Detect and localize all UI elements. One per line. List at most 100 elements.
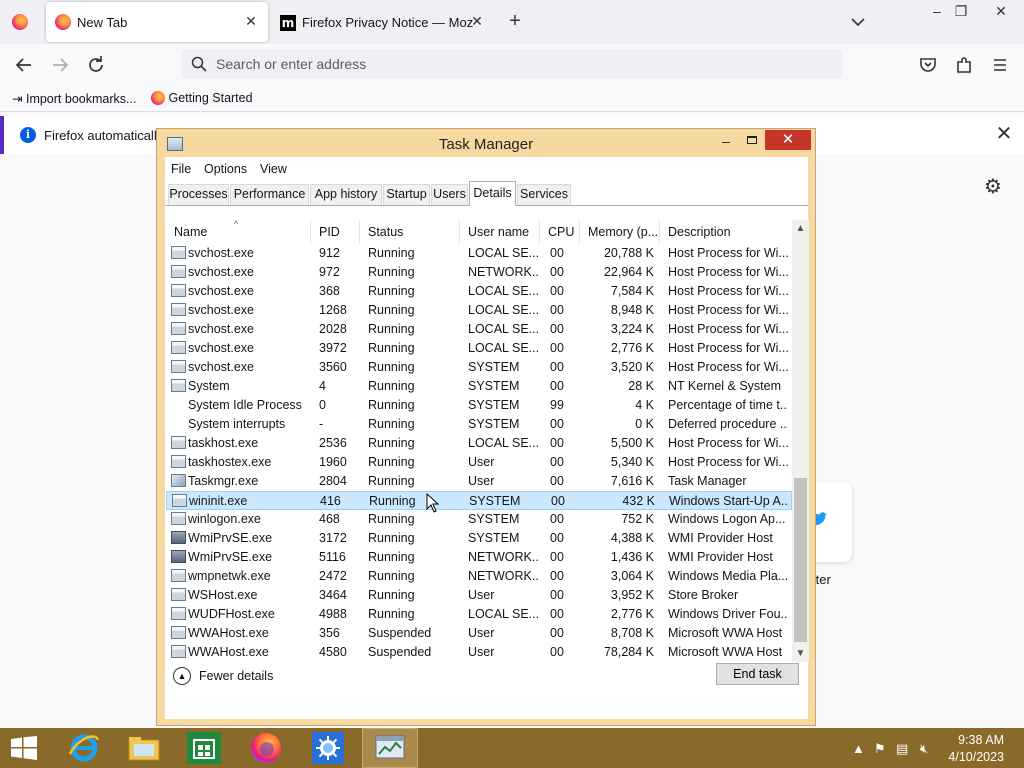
table-row[interactable]: svchost.exe 972 Running NETWORK... 00 22,964 … xyxy=(166,263,792,282)
table-row[interactable]: svchost.exe 1268 Running LOCAL SE... 00 8,948… xyxy=(166,301,792,320)
scroll-down-icon[interactable]: ▼ xyxy=(792,645,809,662)
column-header-status[interactable]: Status xyxy=(360,220,460,244)
back-button[interactable] xyxy=(12,53,36,77)
cell-pid: 0 xyxy=(319,398,326,412)
scrollbar-thumb[interactable] xyxy=(794,478,807,642)
tab-services[interactable]: Services xyxy=(517,184,571,205)
table-row[interactable]: WmiPrvSE.exe 3172 Running SYSTEM 00 4,388 K WM… xyxy=(166,529,792,548)
table-row[interactable]: System Idle Process 0 Running SYSTEM 99 4 K Pe… xyxy=(166,396,792,415)
table-row[interactable]: WUDFHost.exe 4988 Running LOCAL SE... 00 2,77… xyxy=(166,605,792,624)
cell-status: Running xyxy=(368,379,415,393)
store-icon[interactable] xyxy=(176,728,232,768)
reload-button[interactable] xyxy=(84,53,108,77)
table-row[interactable]: taskhost.exe 2536 Running LOCAL SE... 00 5,50… xyxy=(166,434,792,453)
table-row[interactable]: System interrupts - Running SYSTEM 00 0 K Defe… xyxy=(166,415,792,434)
tab-privacy-notice[interactable]: m Firefox Privacy Notice — Mozilla ✕ xyxy=(272,2,492,42)
table-row[interactable]: Taskmgr.exe 2804 Running User 00 7,616 K Task … xyxy=(166,472,792,491)
menu-view[interactable]: View xyxy=(260,162,287,176)
settings-app-icon[interactable] xyxy=(300,728,356,768)
tab-users[interactable]: Users xyxy=(431,184,468,205)
column-header-name[interactable]: ^ Name xyxy=(166,220,311,244)
menu-options[interactable]: Options xyxy=(204,162,247,176)
column-header-description[interactable]: Description xyxy=(660,220,792,244)
cell-user: User xyxy=(468,588,495,602)
address-bar[interactable] xyxy=(182,49,842,79)
firefox-menu-icon[interactable] xyxy=(12,14,28,30)
table-row[interactable]: WmiPrvSE.exe 5116 Running NETWORK... 00 1,436… xyxy=(166,548,792,567)
table-row[interactable]: taskhostex.exe 1960 Running User 00 5,340 K Ho… xyxy=(166,453,792,472)
close-tab-icon[interactable]: ✕ xyxy=(468,12,486,30)
firefox-icon xyxy=(151,91,165,105)
network-icon[interactable]: ▤ xyxy=(896,741,908,757)
volume-muted-icon[interactable]: 🔇︎ xyxy=(920,741,928,757)
vertical-scrollbar[interactable]: ▲ ▼ xyxy=(792,220,809,662)
firefox-icon[interactable] xyxy=(238,728,294,768)
table-row[interactable]: System 4 Running SYSTEM 00 28 K NT Kernel & Sy… xyxy=(166,377,792,396)
forward-button[interactable] xyxy=(48,53,72,77)
table-row[interactable]: wmpnetwk.exe 2472 Running NETWORK... 00 3,064… xyxy=(166,567,792,586)
gear-icon[interactable]: ⚙ xyxy=(982,176,1004,198)
bookmark-import[interactable]: ⇥ Import bookmarks... xyxy=(12,91,136,106)
column-header-user[interactable]: User name xyxy=(460,220,540,244)
notification-text: Firefox automatically xyxy=(44,128,164,143)
file-explorer-icon[interactable] xyxy=(116,728,172,768)
table-row[interactable]: WWAHost.exe 356 Suspended User 00 8,708 K Micr… xyxy=(166,624,792,643)
extensions-icon[interactable] xyxy=(952,53,976,77)
cell-mem: 5,340 K xyxy=(610,455,654,469)
cell-cpu: 00 xyxy=(550,569,564,583)
close-tab-icon[interactable]: ✕ xyxy=(242,12,260,30)
task-manager-body: File Options View Processes Performance … xyxy=(165,157,809,719)
close-window-button[interactable]: ✕ xyxy=(986,0,1016,22)
close-button[interactable]: ✕ xyxy=(765,130,811,150)
table-row[interactable]: WWAHost.exe 4580 Suspended User 00 78,284 K Mi… xyxy=(166,643,792,662)
column-header-pid[interactable]: PID xyxy=(311,220,360,244)
maximize-button[interactable] xyxy=(739,131,765,151)
windows-start-icon[interactable] xyxy=(10,736,38,760)
table-row[interactable]: svchost.exe 3560 Running SYSTEM 00 3,520 K Hos… xyxy=(166,358,792,377)
table-header: ^ Name PID Status User name CPU Memory (… xyxy=(166,220,792,244)
cell-cpu: 00 xyxy=(550,322,564,336)
scroll-up-icon[interactable]: ▲ xyxy=(792,220,809,237)
restore-button[interactable]: ❐ xyxy=(946,0,976,22)
tab-app-history[interactable]: App history xyxy=(310,184,382,205)
column-header-cpu[interactable]: CPU xyxy=(540,220,580,244)
task-manager-icon[interactable] xyxy=(362,728,418,768)
minimize-button[interactable]: ‒ xyxy=(713,131,739,151)
clock-date[interactable]: 4/10/2023 xyxy=(940,750,1004,764)
cell-pid: 3972 xyxy=(319,341,347,355)
internet-explorer-icon[interactable] xyxy=(56,728,112,768)
cell-status: Running xyxy=(368,569,415,583)
bookmark-getting-started[interactable]: Getting Started xyxy=(151,91,253,105)
chevron-down-icon[interactable] xyxy=(848,12,868,32)
end-task-button[interactable]: End task xyxy=(716,663,799,685)
hamburger-menu-icon[interactable] xyxy=(988,53,1012,77)
menu-file[interactable]: File xyxy=(171,162,191,176)
table-row[interactable]: svchost.exe 2028 Running LOCAL SE... 00 3,224… xyxy=(166,320,792,339)
pocket-icon[interactable] xyxy=(916,53,940,77)
cell-pid: 4988 xyxy=(319,607,347,621)
tab-new-tab[interactable]: New Tab ✕ xyxy=(46,2,268,42)
cell-status: Running xyxy=(368,303,415,317)
search-input[interactable] xyxy=(216,54,816,74)
action-center-flag-icon[interactable]: ⚑ xyxy=(874,741,886,757)
firefox-icon xyxy=(55,14,71,30)
table-row[interactable]: svchost.exe 912 Running LOCAL SE... 00 20,788… xyxy=(166,244,792,263)
tab-performance[interactable]: Performance xyxy=(230,184,309,205)
table-row[interactable]: svchost.exe 368 Running LOCAL SE... 00 7,584 … xyxy=(166,282,792,301)
cell-name: svchost.exe xyxy=(188,265,255,279)
column-header-memory[interactable]: Memory (p... xyxy=(580,220,660,244)
window-titlebar[interactable]: Task Manager ‒ ✕ xyxy=(157,129,815,157)
tab-processes[interactable]: Processes xyxy=(168,184,229,205)
close-notification-icon[interactable]: ✕ xyxy=(994,124,1014,144)
chevron-up-icon[interactable]: ▲ xyxy=(852,741,865,756)
new-tab-button[interactable]: + xyxy=(504,11,526,33)
tab-startup[interactable]: Startup xyxy=(383,184,430,205)
table-row[interactable]: WSHost.exe 3464 Running User 00 3,952 K Store … xyxy=(166,586,792,605)
table-row[interactable]: svchost.exe 3972 Running LOCAL SE... 00 2,776… xyxy=(166,339,792,358)
table-row[interactable]: winlogon.exe 468 Running SYSTEM 00 752 K Windo… xyxy=(166,510,792,529)
table-row[interactable]: wininit.exe 416 Running SYSTEM 00 432 K Window… xyxy=(166,491,792,510)
cell-name: System Idle Process xyxy=(188,398,302,412)
tab-details[interactable]: Details xyxy=(469,181,516,206)
clock-time[interactable]: 9:38 AM xyxy=(940,733,1004,747)
process-icon xyxy=(171,588,186,601)
